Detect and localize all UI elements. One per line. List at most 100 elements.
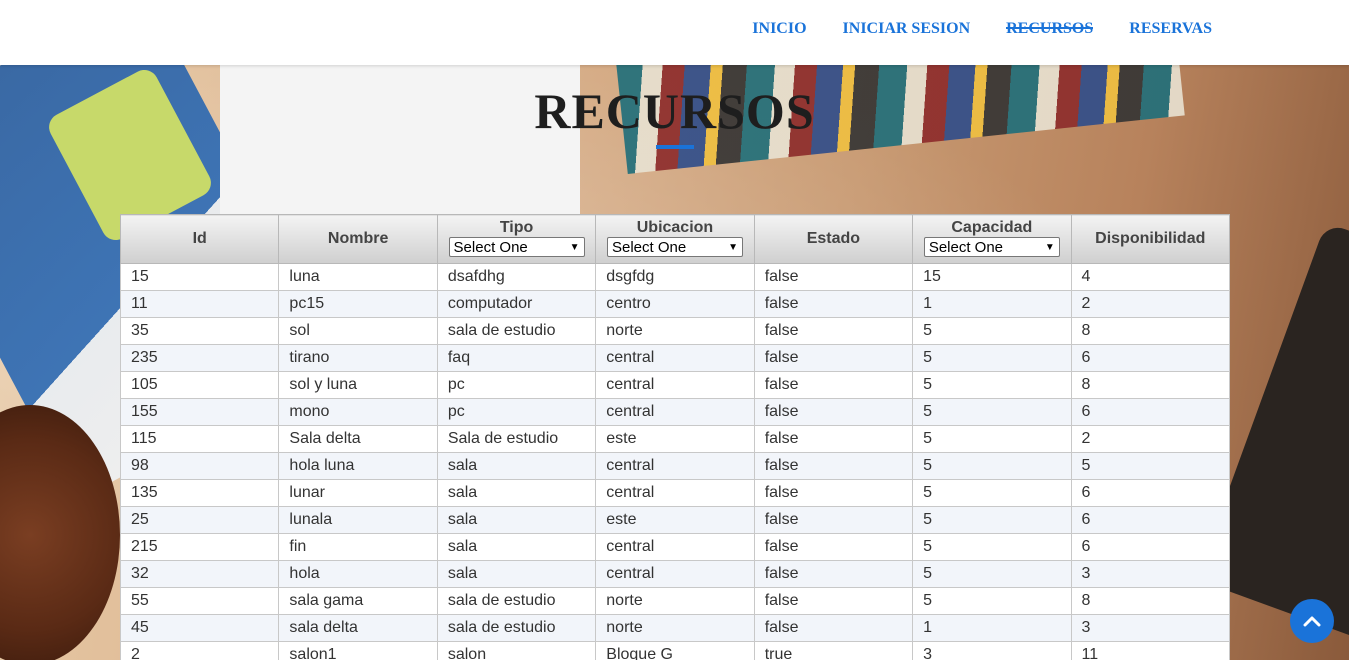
cell-capacidad: 5 [912,344,1072,372]
table-row[interactable]: 2 salon1 salon Bloque Gtrue 3 11 [120,641,1230,660]
cell-id: 115 [120,425,280,453]
nav-link-inicio[interactable]: INICIO [752,0,806,45]
cell-estado: false [753,344,914,372]
cell-estado: false [753,587,914,615]
cell-tipo: Sala de estudio [436,425,597,453]
cell-estado: false [753,263,914,291]
header-nombre-label: Nombre [327,230,389,247]
cell-nombre: pc15 [278,290,438,318]
cell-estado: false [753,290,914,318]
cell-capacidad: 5 [912,560,1072,588]
header-estado[interactable]: Estado [753,214,914,264]
header-ubicacion: Ubicacion Select One ▼ [595,214,755,264]
cell-tipo: pc [436,398,597,426]
cell-capacidad: 5 [912,317,1072,345]
header-disponibilidad-label: Disponibilidad [1095,230,1206,247]
scroll-to-top-button[interactable] [1290,599,1334,643]
cell-nombre: tirano [278,344,438,372]
cell-estado: false [753,398,914,426]
cell-ubicacion: central [595,479,755,507]
cell-id: 35 [120,317,280,345]
cell-ubicacion: central [595,560,755,588]
table-row[interactable]: 215 fin sala central false 5 6 [120,533,1230,561]
nav-link-iniciar-sesion[interactable]: INICIAR SESION [843,0,971,45]
cell-nombre: mono [278,398,438,426]
cell-tipo: sala [436,533,597,561]
cell-id: 215 [120,533,280,561]
cell-tipo: computador [436,290,597,318]
cell-tipo: faq [436,344,597,372]
cell-ubicacion: dsgfdg [595,263,755,291]
cell-capacidad: 5 [912,371,1072,399]
cell-disponibilidad: 5 [1070,452,1230,480]
cell-nombre: lunala [278,506,438,534]
cell-id: 32 [120,560,280,588]
main-nav: INICIO INICIAR SESION RECURSOS RESERVAS [752,0,1212,65]
cell-ubicacion: norte [595,587,755,615]
cell-disponibilidad: 6 [1070,506,1230,534]
chevron-down-icon: ▼ [728,241,738,253]
table-row[interactable]: 11 pc15 computador centro false 1 2 [120,290,1230,318]
cell-capacidad: 5 [912,587,1072,615]
table-row[interactable]: 235 tirano faq central false 5 6 [120,344,1230,372]
cell-id: 55 [120,587,280,615]
table-row[interactable]: 155 mono pc central false 5 6 [120,398,1230,426]
table-row[interactable]: 45 sala delta sala de estudio norte false 1 3 [120,614,1230,642]
table-row[interactable]: 55 sala gama sala de estudio norte false 5 8 [120,587,1230,615]
nav-link-recursos[interactable]: RECURSOS [1006,0,1094,45]
header-capacidad: Capacidad Select One ▼ [912,214,1072,264]
table-row[interactable]: 32 hola sala central false 5 3 [120,560,1230,588]
cell-tipo: dsafdhg [436,263,597,291]
cell-disponibilidad: 6 [1070,533,1230,561]
cell-disponibilidad: 2 [1070,425,1230,453]
cell-ubicacion: norte [595,317,755,345]
cell-tipo: pc [436,371,597,399]
cell-nombre: fin [278,533,438,561]
cell-estado: false [753,425,914,453]
cell-ubicacion: centro [595,290,755,318]
chevron-down-icon: ▼ [1044,241,1055,253]
cell-capacidad: 5 [912,398,1072,426]
capacidad-filter-value: Select One [928,238,1004,256]
ubicacion-filter-value: Select One [611,238,687,256]
cell-disponibilidad: 8 [1070,317,1230,345]
cell-tipo: sala [436,479,597,507]
tipo-filter-value: Select One [453,238,528,256]
ubicacion-filter-select[interactable]: Select One ▼ [606,237,743,257]
cell-id: 15 [120,263,280,291]
table-row[interactable]: 25 lunala sala este false 5 6 [120,506,1230,534]
cell-nombre: Sala delta [278,425,438,453]
resources-table-container: Id Nombre Tipo Select One ▼ Ubicacion Se… [120,214,1230,660]
table-body: 15 luna dsafdhg dsgfdg false 15 4 11 pc15 computa… [120,263,1230,660]
cell-estado: false [753,560,914,588]
cell-capacidad: 1 [912,290,1072,318]
header-ubicacion-label: Ubicacion [636,219,714,236]
tipo-filter-select[interactable]: Select One ▼ [448,237,585,257]
cell-capacidad: 5 [912,452,1072,480]
cell-capacidad: 5 [912,425,1072,453]
header-tipo: Tipo Select One ▼ [436,214,597,264]
capacidad-filter-select[interactable]: Select One ▼ [923,237,1060,257]
table-row[interactable]: 135 lunar sala central false 5 6 [120,479,1230,507]
header-id[interactable]: Id [120,214,280,264]
table-header-row: Id Nombre Tipo Select One ▼ Ubicacion Se… [120,214,1230,264]
title-underline [656,145,694,149]
nav-link-reservas[interactable]: RESERVAS [1129,0,1212,45]
table-row[interactable]: 98 hola luna sala central false 5 5 [120,452,1230,480]
table-row[interactable]: 105 sol y luna pc central false 5 8 [120,371,1230,399]
cell-disponibilidad: 2 [1070,290,1230,318]
cell-id: 45 [120,614,280,642]
table-row[interactable]: 15 luna dsafdhg dsgfdg false 15 4 [120,263,1230,291]
cell-ubicacion: este [595,506,755,534]
header-disponibilidad[interactable]: Disponibilidad [1070,214,1230,264]
cell-disponibilidad: 8 [1070,587,1230,615]
cell-tipo: sala de estudio [436,614,597,642]
header-nombre[interactable]: Nombre [278,214,438,264]
cell-capacidad: 5 [912,506,1072,534]
cell-id: 155 [120,398,280,426]
cell-tipo: sala [436,452,597,480]
table-row[interactable]: 35 sol sala de estudio norte false 5 8 [120,317,1230,345]
cell-disponibilidad: 6 [1070,479,1230,507]
table-row[interactable]: 115 Sala delta Sala de estudio este false 5 2 [120,425,1230,453]
cell-capacidad: 3 [912,641,1072,660]
